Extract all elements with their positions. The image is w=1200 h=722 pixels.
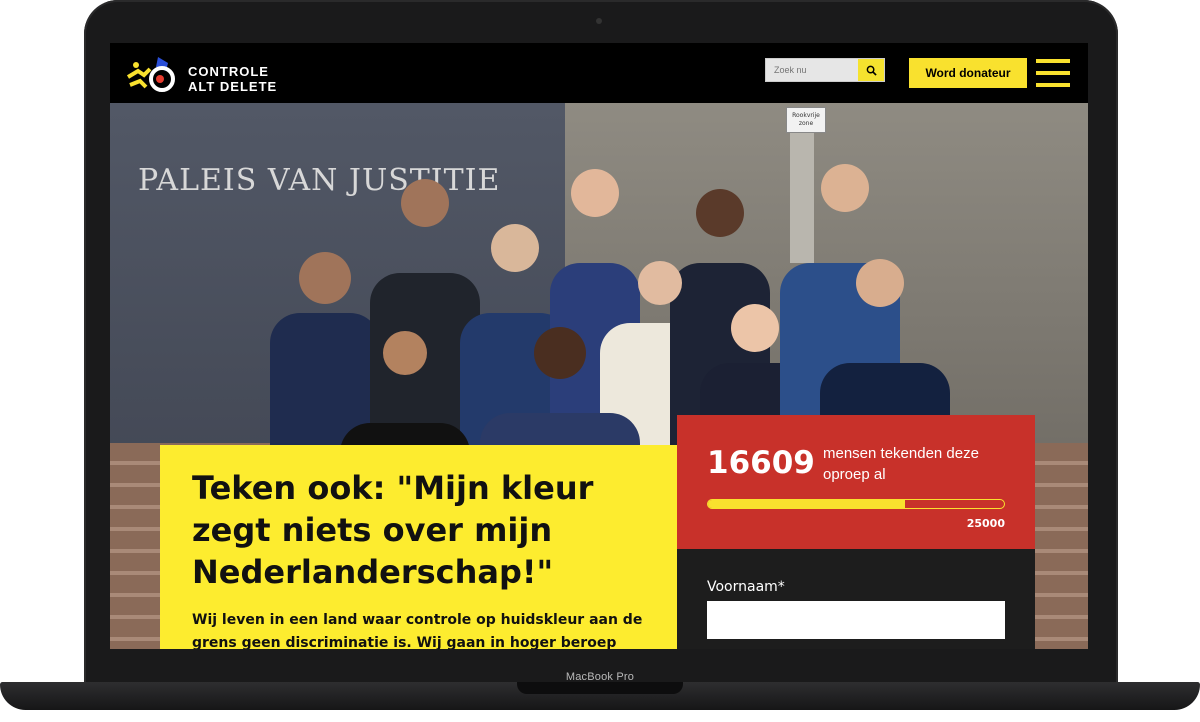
search-box	[765, 58, 885, 82]
signature-count-label: mensen tekenden deze oproep al	[823, 445, 979, 483]
signature-count: 16609	[707, 445, 815, 481]
no-smoking-sign: Rookvrije zone	[786, 107, 826, 133]
progress-bar-fill	[708, 500, 905, 508]
first-name-label: Voornaam*	[707, 579, 785, 595]
first-name-field[interactable]	[707, 601, 1005, 639]
logo-line-1: CONTROLE	[188, 64, 269, 79]
signature-goal: 25000	[966, 517, 1005, 530]
camera-dot	[596, 18, 602, 24]
petition-title: Teken ook: "Mijn kleur zegt niets over m…	[192, 469, 594, 591]
petition-description: Wij leven in een land waar controle op h…	[192, 612, 643, 649]
hamburger-menu-icon[interactable]	[1036, 59, 1070, 87]
device-label: MacBook Pro	[565, 671, 635, 683]
search-input[interactable]	[766, 59, 858, 81]
search-icon	[866, 65, 877, 76]
logo-text[interactable]: CONTROLE ALT DELETE	[188, 64, 277, 94]
laptop-notch	[517, 682, 683, 694]
site-header: CONTROLE ALT DELETE Word donateur	[110, 43, 1088, 103]
search-button[interactable]	[858, 59, 884, 81]
browser-screen: CONTROLE ALT DELETE Word donateur Rookvr…	[110, 43, 1088, 649]
signature-counter: 16609 mensen tekenden deze oproep al 250…	[677, 415, 1035, 549]
progress-bar	[707, 499, 1005, 509]
logo-line-2: ALT DELETE	[188, 79, 278, 94]
petition-form: Voornaam*	[677, 549, 1035, 649]
logo-icon[interactable]	[124, 53, 184, 97]
donate-button[interactable]: Word donateur	[908, 57, 1028, 89]
petition-card: Teken ook: "Mijn kleur zegt niets over m…	[160, 445, 677, 649]
